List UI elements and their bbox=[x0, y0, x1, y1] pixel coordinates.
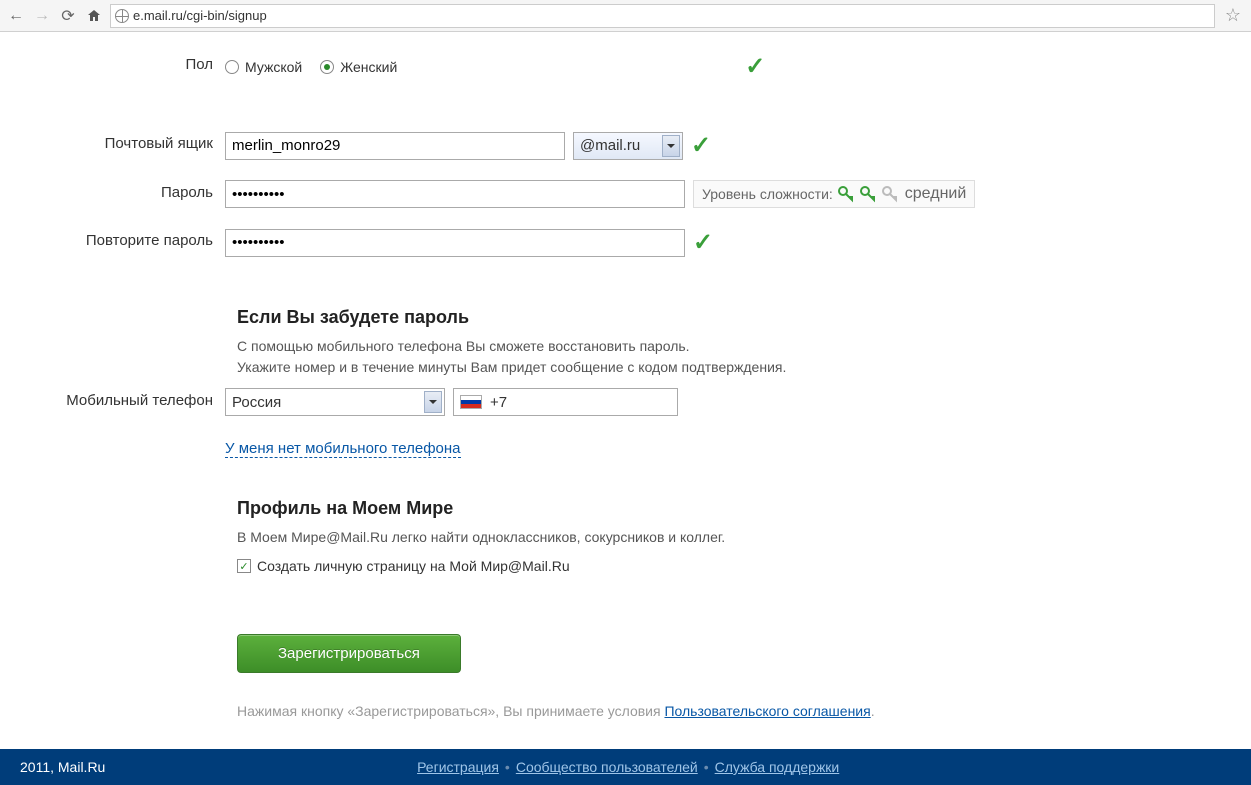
checkbox-label: Создать личную страницу на Мой Мир@Mail.… bbox=[257, 558, 570, 574]
address-bar[interactable]: e.mail.ru/cgi-bin/signup bbox=[110, 4, 1215, 28]
reload-button[interactable]: ⟳ bbox=[58, 6, 78, 26]
password-strength: Уровень сложности: средний bbox=[693, 180, 975, 208]
strength-label: Уровень сложности: bbox=[702, 186, 833, 202]
profile-desc: В Моем Мире@Mail.Ru легко найти одноклас… bbox=[237, 527, 937, 548]
gender-male-radio[interactable]: Мужской bbox=[225, 59, 302, 75]
check-icon: ✓ bbox=[691, 131, 711, 160]
gender-female-radio[interactable]: Женский bbox=[320, 59, 397, 75]
key-icon bbox=[881, 185, 899, 203]
check-icon: ✓ bbox=[693, 228, 713, 257]
gender-male-label: Мужской bbox=[245, 59, 302, 75]
check-icon: ✓ bbox=[745, 52, 765, 81]
domain-value: @mail.ru bbox=[580, 137, 640, 154]
register-button[interactable]: Зарегистрироваться bbox=[237, 634, 461, 673]
chevron-down-icon bbox=[662, 135, 680, 157]
footer-link-support[interactable]: Служба поддержки bbox=[715, 759, 840, 775]
footer-copyright: 2011, Mail.Ru bbox=[20, 759, 105, 775]
radio-icon bbox=[225, 60, 239, 74]
phone-input[interactable]: +7 bbox=[453, 388, 678, 416]
phone-label: Мобильный телефон bbox=[0, 388, 225, 409]
recovery-heading: Если Вы забудете пароль bbox=[237, 307, 937, 328]
gender-female-label: Женский bbox=[340, 59, 397, 75]
bookmark-star-icon[interactable]: ☆ bbox=[1221, 5, 1245, 26]
strength-text: средний bbox=[905, 185, 967, 203]
domain-select[interactable]: @mail.ru bbox=[573, 132, 683, 160]
password-repeat-input[interactable] bbox=[225, 229, 685, 257]
terms-text: Нажимая кнопку «Зарегистрироваться», Вы … bbox=[237, 703, 937, 719]
no-phone-link[interactable]: У меня нет мобильного телефона bbox=[225, 440, 461, 458]
password-label: Пароль bbox=[0, 180, 225, 201]
browser-toolbar: ← → ⟳ e.mail.ru/cgi-bin/signup ☆ bbox=[0, 0, 1251, 32]
password-repeat-label: Повторите пароль bbox=[0, 228, 225, 249]
home-button[interactable] bbox=[84, 6, 104, 26]
footer: 2011, Mail.Ru Регистрация • Сообщество п… bbox=[0, 749, 1251, 785]
key-icon bbox=[837, 185, 855, 203]
mailbox-input[interactable] bbox=[225, 132, 565, 160]
key-icon bbox=[859, 185, 877, 203]
radio-icon bbox=[320, 60, 334, 74]
chevron-down-icon bbox=[424, 391, 442, 413]
create-profile-checkbox[interactable]: ✓ Создать личную страницу на Мой Мир@Mai… bbox=[237, 558, 937, 574]
password-input[interactable] bbox=[225, 180, 685, 208]
footer-link-registration[interactable]: Регистрация bbox=[417, 759, 499, 775]
mailbox-label: Почтовый ящик bbox=[0, 131, 225, 152]
checkbox-icon: ✓ bbox=[237, 559, 251, 573]
terms-link[interactable]: Пользовательского соглашения bbox=[664, 703, 870, 719]
flag-ru-icon bbox=[460, 395, 482, 409]
gender-label: Пол bbox=[0, 52, 225, 73]
country-select[interactable]: Россия bbox=[225, 388, 445, 416]
phone-prefix: +7 bbox=[490, 394, 507, 411]
url-text: e.mail.ru/cgi-bin/signup bbox=[133, 8, 1210, 23]
back-button[interactable]: ← bbox=[6, 6, 26, 26]
globe-icon bbox=[115, 9, 129, 23]
forward-button[interactable]: → bbox=[32, 6, 52, 26]
footer-link-community[interactable]: Сообщество пользователей bbox=[516, 759, 698, 775]
profile-heading: Профиль на Моем Мире bbox=[237, 498, 937, 519]
recovery-desc: С помощью мобильного телефона Вы сможете… bbox=[237, 336, 937, 378]
country-value: Россия bbox=[232, 394, 281, 411]
